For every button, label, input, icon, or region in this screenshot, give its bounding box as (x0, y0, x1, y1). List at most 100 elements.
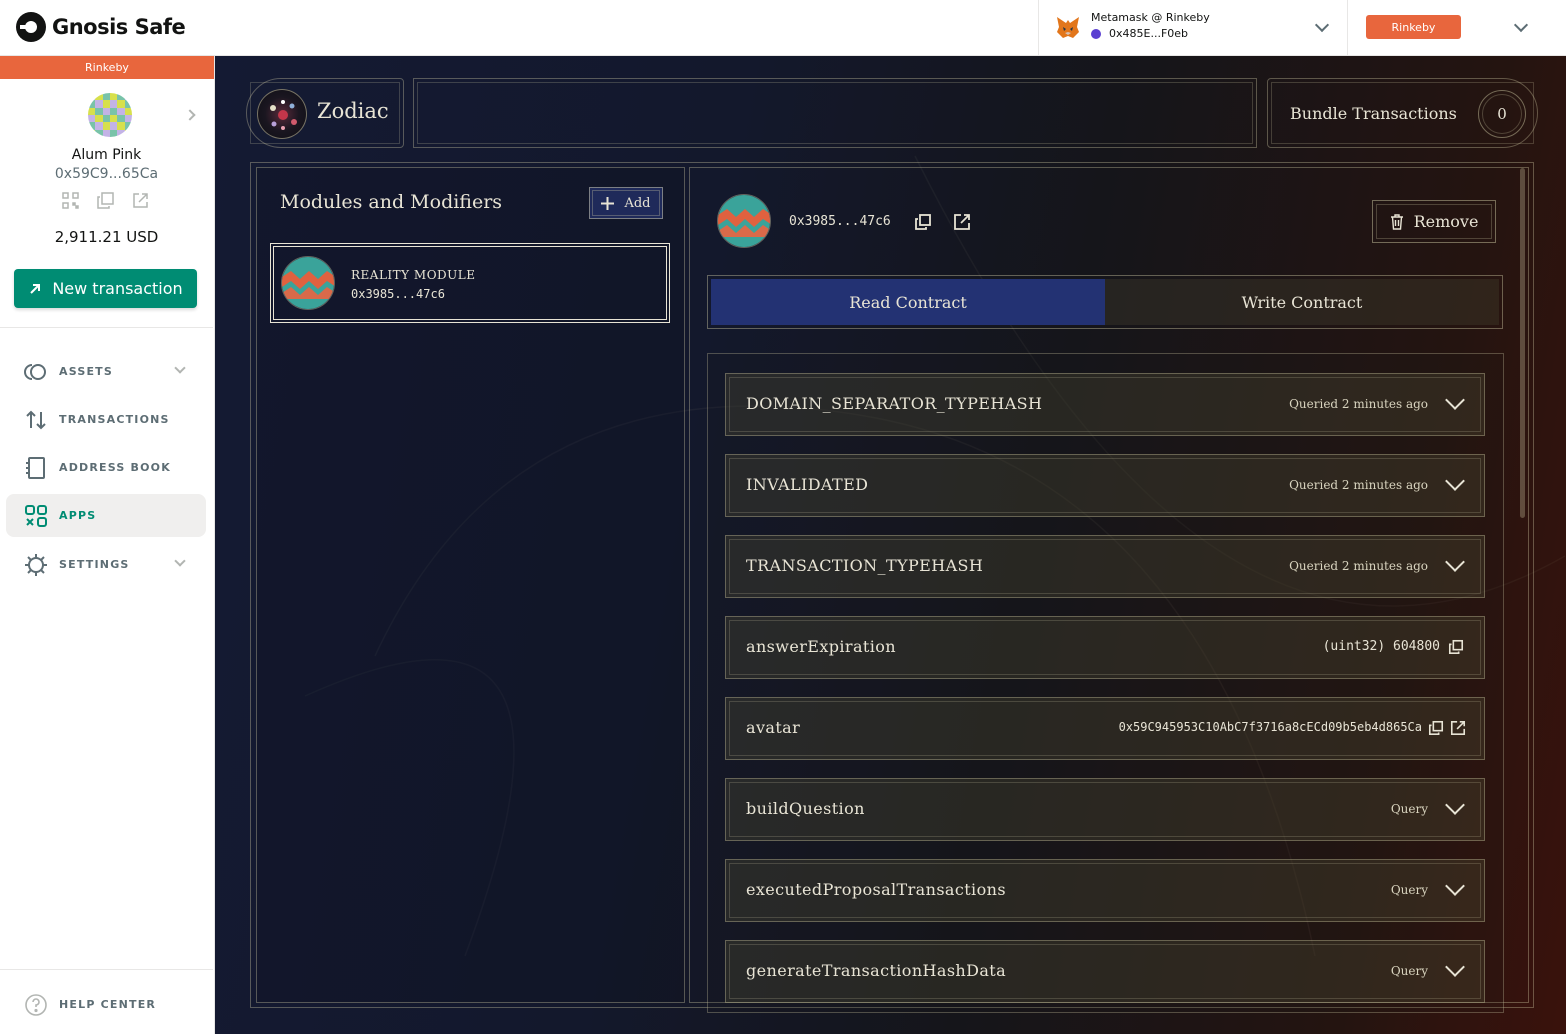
function-row: avatar 0x59C945953C10AbC7f3716a8cECd09b5… (725, 697, 1485, 760)
gnosis-safe-logo[interactable]: Gnosis Safe (16, 12, 186, 42)
trash-icon (1390, 213, 1403, 230)
plus-icon (601, 196, 615, 210)
safe-name: Alum Pink (71, 147, 142, 163)
qr-code-icon[interactable] (62, 192, 79, 209)
bundle-count-badge: 0 (1478, 90, 1526, 138)
app-title: Zodiac (317, 99, 389, 123)
sidebar-divider (0, 327, 213, 328)
add-module-label: Add (624, 195, 651, 211)
function-row[interactable]: generateTransactionHashData Query (725, 940, 1485, 1003)
sidebar: Rinkeby Alum Pink 0x59C9...65Ca 2,911.21… (0, 56, 215, 1034)
tab-read-contract[interactable]: Read Contract (711, 279, 1105, 325)
external-link-icon[interactable] (132, 192, 149, 209)
function-row[interactable]: buildQuestion Query (725, 778, 1485, 841)
function-row: answerExpiration (uint32) 604800 (725, 616, 1485, 679)
assets-icon (24, 363, 46, 380)
function-status: Queried 2 minutes ago (1289, 478, 1428, 492)
function-status: Query (1390, 964, 1428, 978)
function-name: buildQuestion (746, 799, 865, 818)
function-status: Query (1390, 802, 1428, 816)
safe-actions (62, 192, 149, 209)
function-row[interactable]: TRANSACTION_TYPEHASH Queried 2 minutes a… (725, 535, 1485, 598)
brand-name: Gnosis Safe (52, 15, 186, 39)
function-name: avatar (746, 718, 801, 737)
sidebar-item-settings[interactable]: SETTINGS (6, 543, 206, 586)
chevron-down-icon[interactable] (1445, 957, 1465, 977)
sidebar-item-transactions[interactable]: TRANSACTIONS (6, 398, 206, 441)
network-badge: Rinkeby (1366, 15, 1461, 39)
new-transaction-button[interactable]: New transaction (14, 269, 197, 308)
module-card-reality[interactable]: REALITY MODULE 0x3985...47c6 (270, 243, 670, 323)
modules-title: Modules and Modifiers (280, 191, 503, 213)
function-name: executedProposalTransactions (746, 880, 1006, 899)
contract-panel-scrollbar[interactable] (1520, 168, 1525, 518)
chevron-down-icon[interactable] (174, 555, 186, 567)
wallet-address: 0x485E...F0eb (1109, 27, 1189, 40)
sidebar-item-label: APPS (59, 509, 97, 522)
function-value: (uint32) 604800 (1322, 639, 1440, 654)
remove-module-button[interactable]: Remove (1372, 200, 1496, 243)
zodiac-header-tab[interactable]: Zodiac (246, 78, 404, 148)
header-center-panel (413, 78, 1257, 148)
sidebar-item-label: ASSETS (59, 365, 114, 378)
wallet-selector[interactable]: Metamask @ Rinkeby 0x485E...F0eb (1038, 0, 1348, 56)
bundle-transactions-label: Bundle Transactions (1290, 104, 1457, 123)
chevron-down-icon[interactable] (174, 362, 186, 374)
function-status: Queried 2 minutes ago (1289, 397, 1428, 411)
contract-address: 0x3985...47c6 (789, 214, 891, 229)
safe-avatar (88, 93, 132, 137)
function-row[interactable]: executedProposalTransactions Query (725, 859, 1485, 922)
chevron-down-icon[interactable] (1445, 552, 1465, 572)
chevron-down-icon[interactable] (1445, 876, 1465, 896)
module-name: REALITY MODULE (351, 268, 476, 282)
sidebar-item-help-center[interactable]: HELP CENTER (6, 983, 206, 1026)
function-name: DOMAIN_SEPARATOR_TYPEHASH (746, 394, 1043, 413)
network-banner: Rinkeby (0, 56, 214, 79)
safe-balance: 2,911.21 USD (54, 228, 159, 246)
sidebar-item-assets[interactable]: ASSETS (6, 350, 206, 393)
function-name: INVALIDATED (746, 475, 869, 494)
bundle-transactions-button[interactable]: Bundle Transactions 0 (1267, 78, 1538, 148)
sidebar-item-apps[interactable]: APPS (6, 494, 206, 537)
apps-icon (25, 504, 47, 527)
help-icon (25, 993, 47, 1016)
chevron-down-icon[interactable] (1445, 390, 1465, 410)
copy-icon[interactable] (1428, 720, 1444, 736)
function-name: generateTransactionHashData (746, 961, 1007, 980)
function-name: answerExpiration (746, 637, 897, 656)
function-row[interactable]: INVALIDATED Queried 2 minutes ago (725, 454, 1485, 517)
sidebar-divider (0, 969, 213, 970)
copy-icon[interactable] (914, 213, 932, 231)
settings-icon (25, 553, 47, 576)
contract-tabs: Read Contract Write Contract (707, 275, 1503, 329)
gnosis-logo-icon (16, 12, 46, 42)
add-module-button[interactable]: Add (589, 187, 663, 219)
safe-details-chevron-icon[interactable] (184, 109, 196, 121)
metamask-fox-icon (1057, 17, 1079, 38)
module-address: 0x3985...47c6 (351, 287, 445, 301)
arrow-up-right-icon (30, 283, 41, 294)
wallet-address-row: 0x485E...F0eb (1091, 27, 1188, 40)
network-chevron-down-icon[interactable] (1513, 17, 1529, 33)
function-status: Queried 2 minutes ago (1289, 559, 1428, 573)
address-book-icon (26, 456, 45, 479)
external-link-icon[interactable] (1450, 720, 1466, 736)
zodiac-logo-icon (257, 89, 307, 139)
transactions-icon (26, 410, 46, 429)
contract-avatar (717, 194, 771, 248)
sidebar-item-label: SETTINGS (59, 558, 130, 571)
chevron-down-icon[interactable] (1445, 471, 1465, 491)
safe-address: 0x59C9...65Ca (54, 166, 159, 182)
sidebar-item-label: TRANSACTIONS (59, 413, 170, 426)
tab-write-contract[interactable]: Write Contract (1105, 279, 1499, 325)
function-row[interactable]: DOMAIN_SEPARATOR_TYPEHASH Queried 2 minu… (725, 373, 1485, 436)
sidebar-item-address-book[interactable]: ADDRESS BOOK (6, 446, 206, 489)
function-status: Query (1390, 883, 1428, 897)
wallet-chevron-down-icon[interactable] (1314, 17, 1330, 33)
new-transaction-label: New transaction (52, 279, 183, 298)
copy-icon[interactable] (1448, 639, 1464, 655)
copy-icon[interactable] (97, 192, 114, 209)
external-link-icon[interactable] (953, 213, 971, 231)
chevron-down-icon[interactable] (1445, 795, 1465, 815)
wallet-name: Metamask @ Rinkeby (1091, 11, 1210, 24)
